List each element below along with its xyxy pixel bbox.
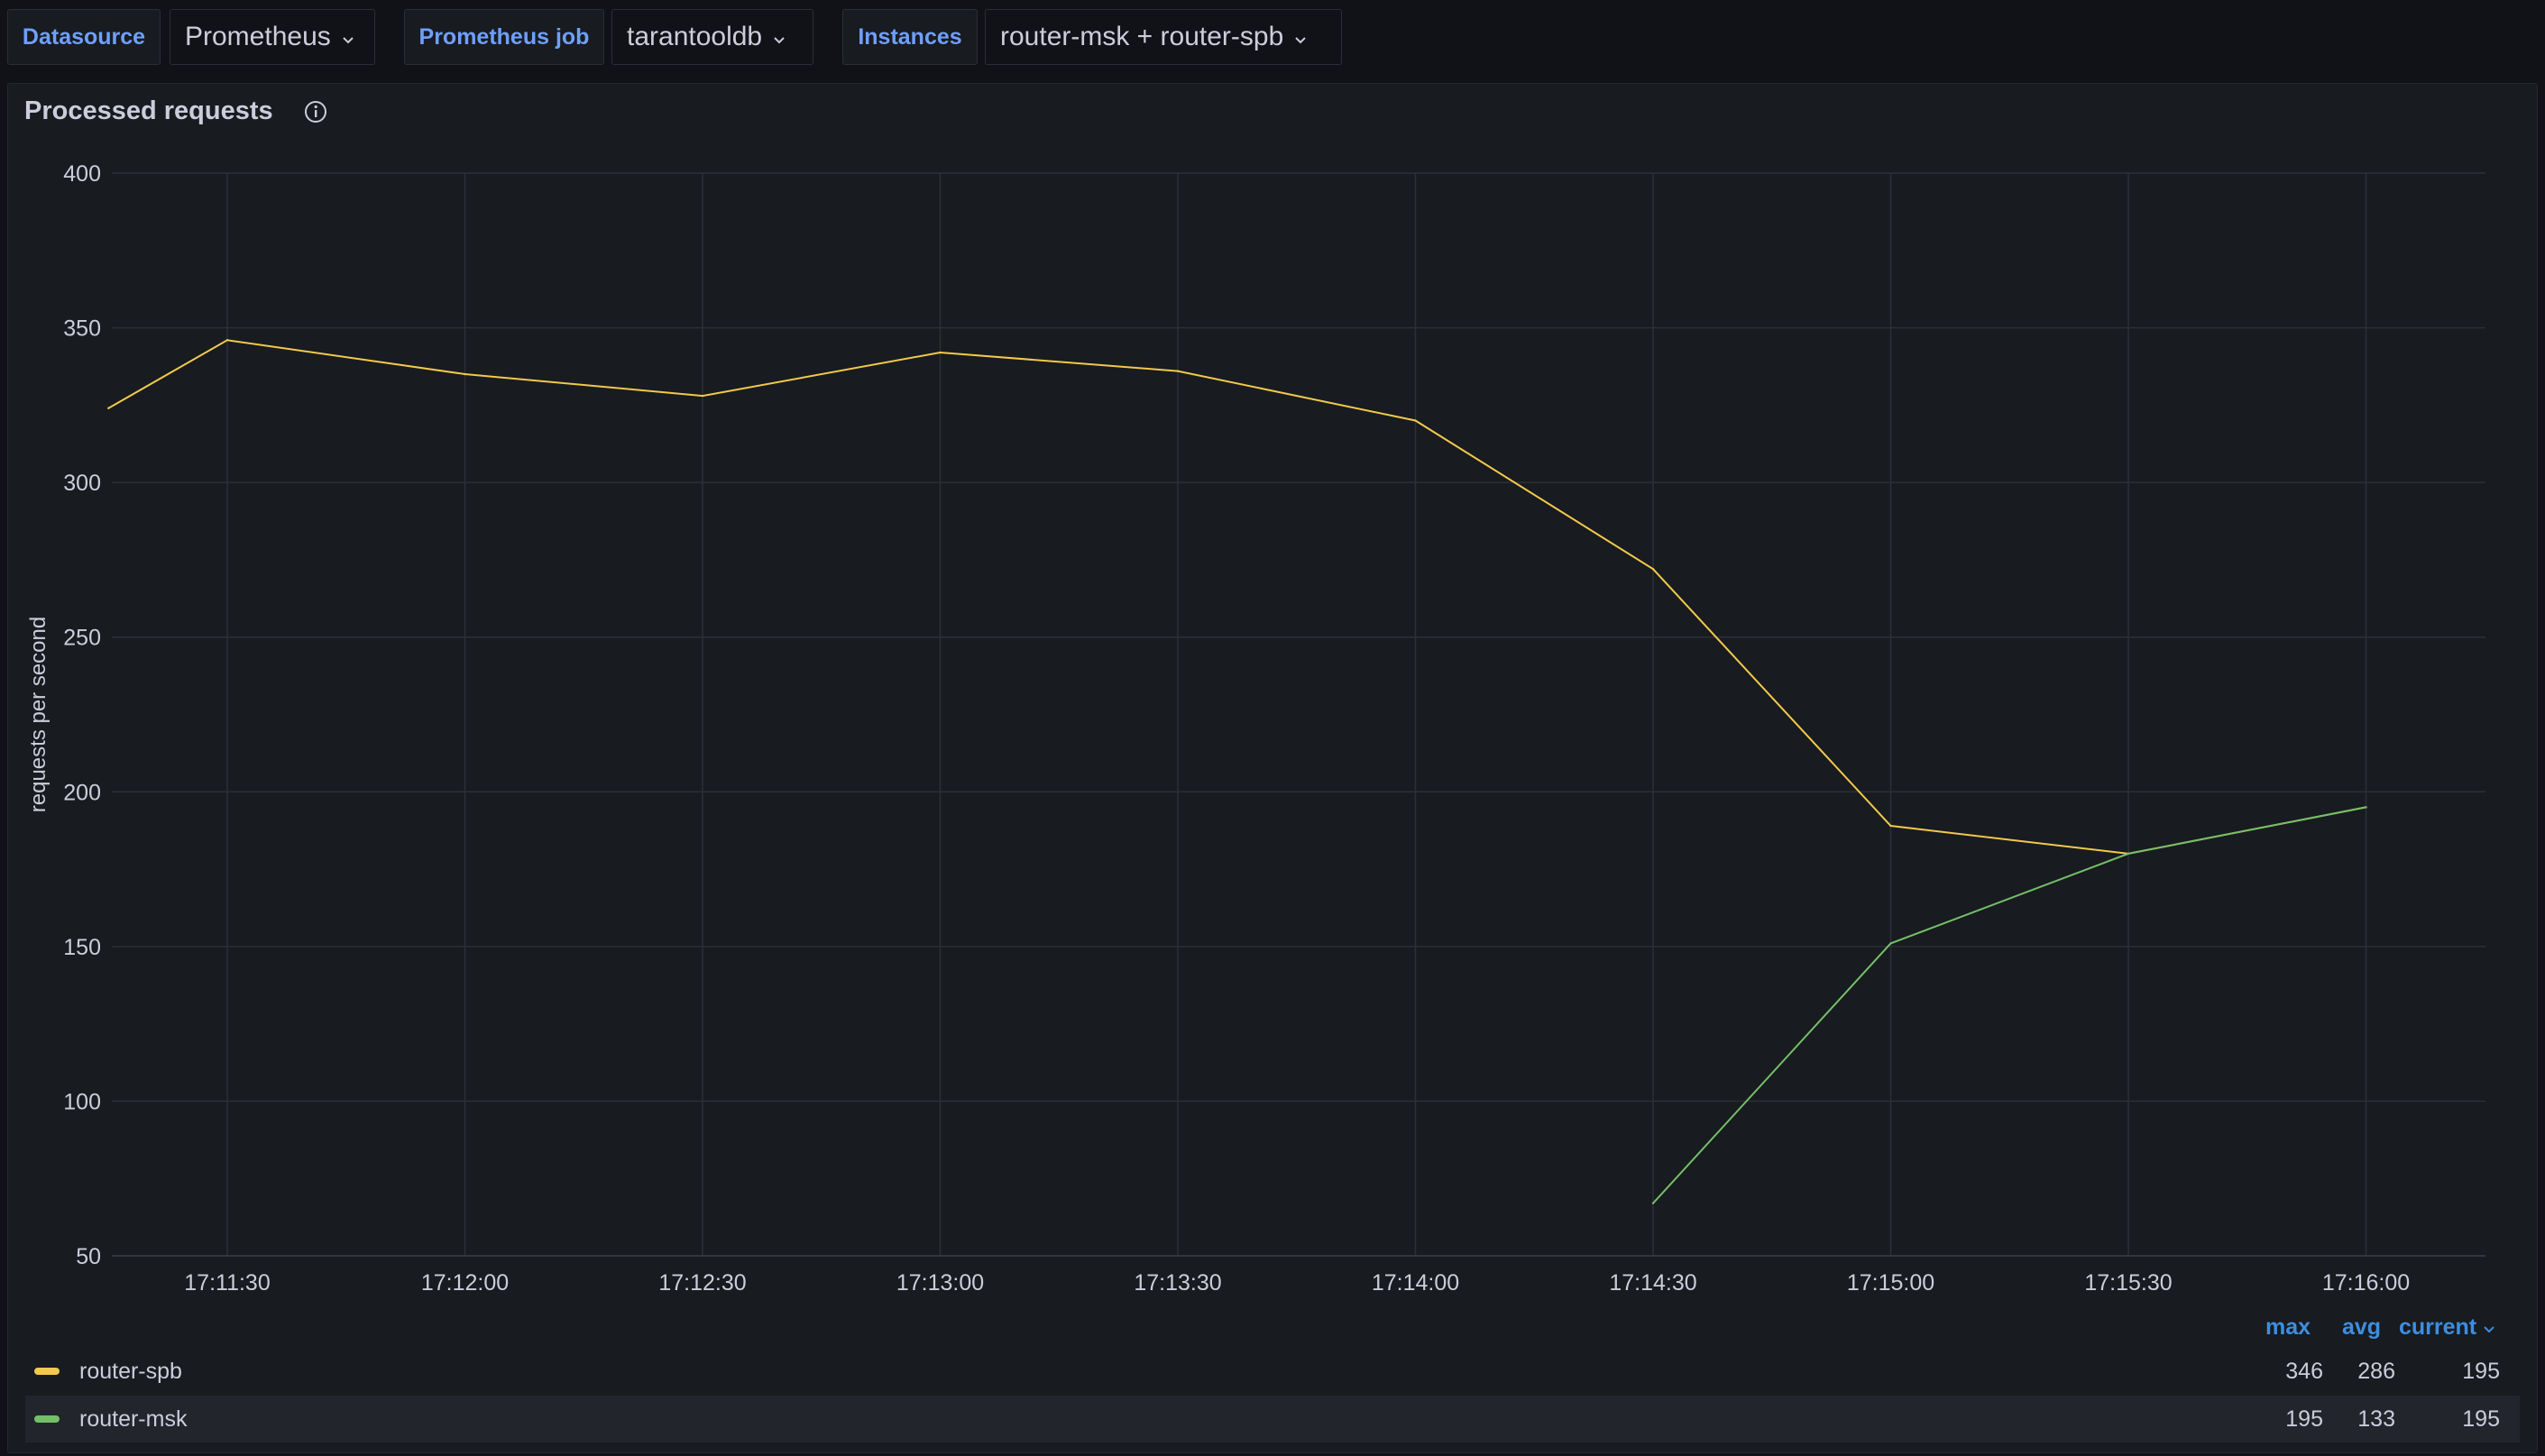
legend-series-name: router-msk <box>79 1406 188 1432</box>
data-point <box>1651 1202 1655 1204</box>
data-point <box>107 407 110 409</box>
y-tick-label: 200 <box>63 780 101 805</box>
legend-avg-value: 133 <box>2357 1406 2395 1432</box>
line-chart: 50 100 150 200 250 300 350 400 17:11:30 17:12:00 1… <box>26 161 2485 1296</box>
legend-row[interactable]: router-msk 195 133 195 <box>25 1396 2520 1442</box>
y-tick-label: 150 <box>63 935 101 960</box>
y-tick-label: 300 <box>63 471 101 496</box>
legend-header-max[interactable]: max <box>2265 1314 2311 1341</box>
x-tick-label: 17:14:00 <box>1372 1270 1459 1296</box>
x-tick-label: 17:13:30 <box>1134 1270 1221 1296</box>
data-point <box>464 372 466 376</box>
data-point <box>1889 942 1892 945</box>
data-point <box>225 339 229 342</box>
x-tick-label: 17:11:30 <box>184 1270 270 1296</box>
y-axis-label: requests per second <box>26 617 51 812</box>
legend-row[interactable]: router-spb 346 286 195 <box>25 1348 2520 1395</box>
y-tick-label: 250 <box>63 626 101 651</box>
y-tick-label: 400 <box>63 161 101 187</box>
data-point <box>1889 824 1892 828</box>
data-point <box>2127 852 2130 856</box>
legend-avg-value: 286 <box>2357 1359 2395 1384</box>
legend-max-value: 195 <box>2285 1406 2323 1432</box>
chevron-down-icon <box>2483 1314 2495 1340</box>
legend-series-name: router-spb <box>79 1359 182 1384</box>
x-tick-label: 17:15:00 <box>1847 1270 1934 1296</box>
x-tick-label: 17:12:30 <box>658 1270 746 1296</box>
x-tick-label: 17:16:00 <box>2322 1270 2410 1296</box>
data-point <box>1414 419 1417 422</box>
x-tick-label: 17:12:00 <box>421 1270 509 1296</box>
legend-header-avg[interactable]: avg <box>2342 1314 2381 1341</box>
series-color-swatch <box>34 1368 60 1375</box>
data-point <box>1651 568 1655 571</box>
legend-header-current[interactable]: current <box>2399 1314 2495 1341</box>
y-tick-label: 50 <box>76 1244 101 1269</box>
x-tick-label: 17:15:30 <box>2084 1270 2172 1296</box>
legend-current-value: 195 <box>2462 1406 2500 1432</box>
legend-current-value: 195 <box>2462 1359 2500 1384</box>
y-tick-label: 350 <box>63 316 101 342</box>
series-color-swatch <box>34 1415 60 1423</box>
series-line-router-msk <box>1652 806 2366 1204</box>
data-point <box>1176 370 1180 372</box>
data-point <box>2365 806 2367 809</box>
data-point <box>939 351 942 354</box>
legend-max-value: 346 <box>2285 1359 2323 1384</box>
series-line-router-spb <box>107 339 2366 855</box>
x-tick-label: 17:14:30 <box>1609 1270 1696 1296</box>
y-tick-label: 100 <box>63 1089 101 1114</box>
x-tick-label: 17:13:00 <box>896 1270 984 1296</box>
legend-header-current-label: current <box>2399 1314 2477 1340</box>
data-point <box>701 394 704 398</box>
